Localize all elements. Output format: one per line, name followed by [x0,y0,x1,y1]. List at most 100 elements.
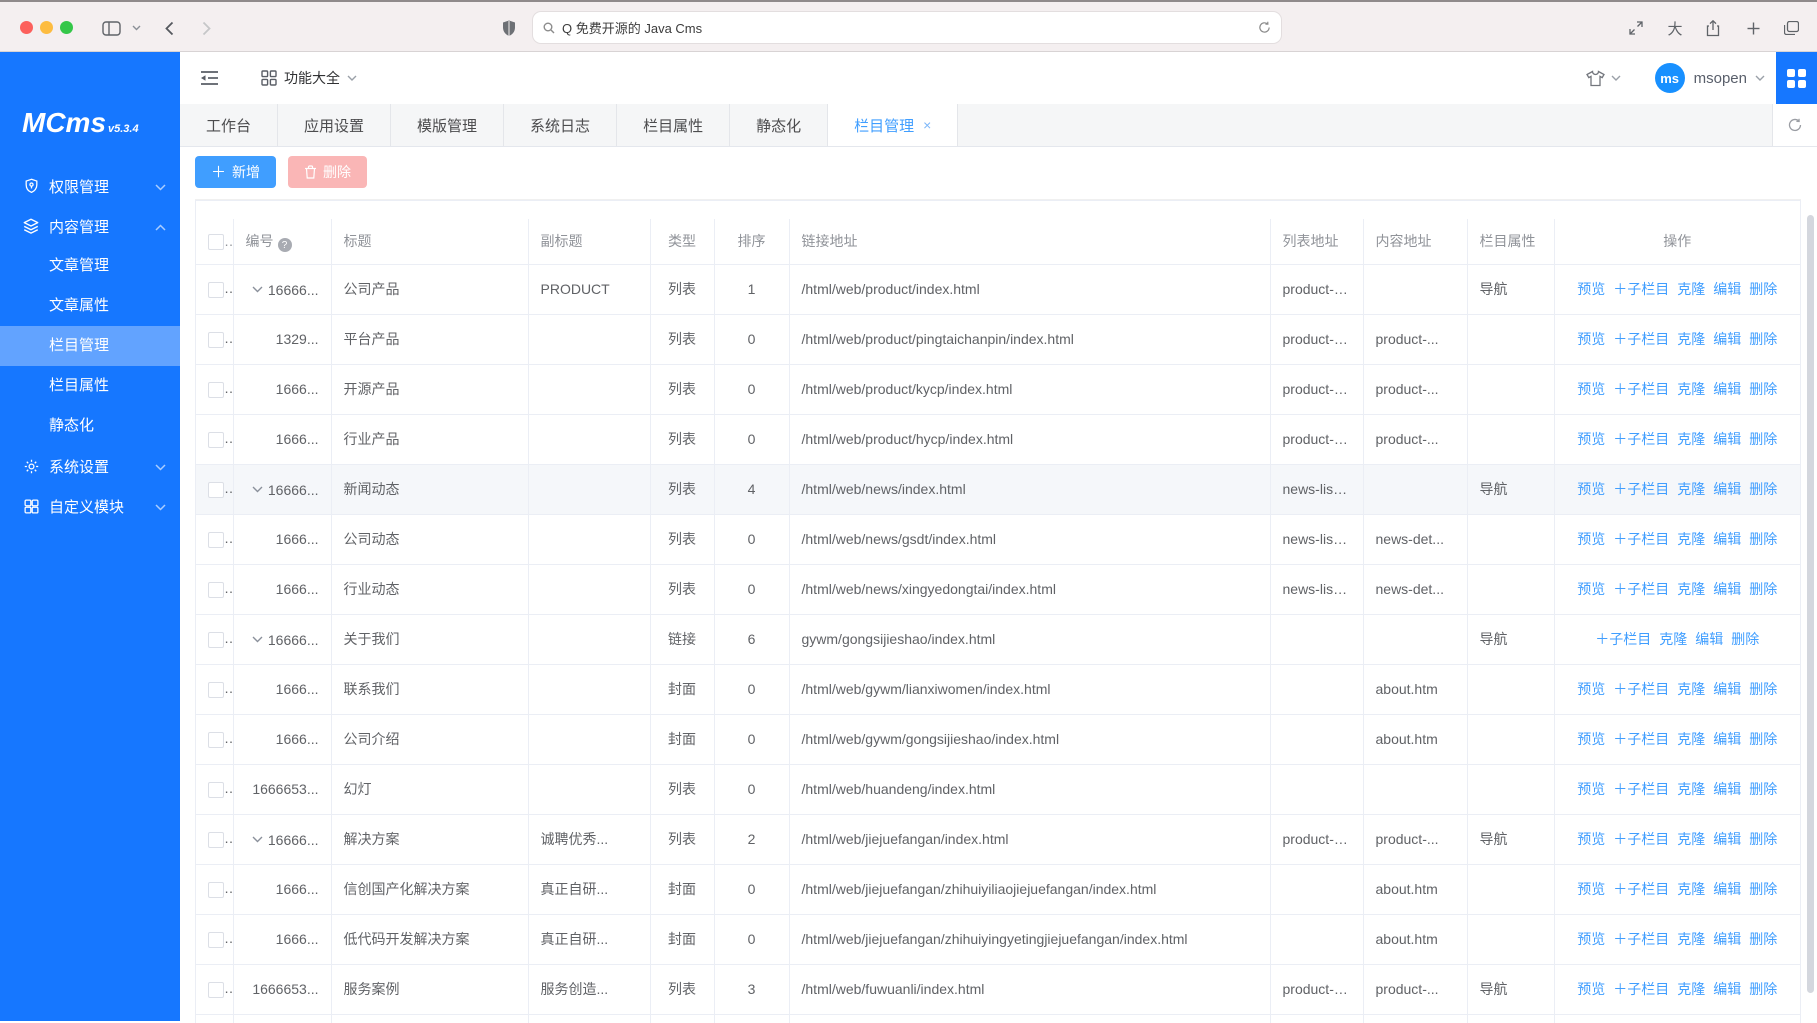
op-edit-link[interactable]: 编辑 [1713,781,1741,797]
sidebar-item-文章管理[interactable]: 文章管理 [0,246,180,286]
op-add-child-link[interactable]: ＋子栏目 [1613,831,1669,847]
sidebar-item-系统设置[interactable]: 系统设置 [0,446,180,486]
sidebar-item-权限管理[interactable]: 权限管理 [0,166,180,206]
op-delete-link[interactable]: 删除 [1749,481,1777,497]
op-clone-link[interactable]: 克隆 [1677,381,1705,397]
op-add-child-link[interactable]: ＋子栏目 [1613,431,1669,447]
op-clone-link[interactable]: 克隆 [1677,531,1705,547]
op-preview-link[interactable]: 预览 [1577,881,1605,897]
feature-menu[interactable]: 功能大全 [261,68,357,88]
row-checkbox[interactable] [208,732,224,748]
op-edit-link[interactable]: 编辑 [1713,831,1741,847]
op-delete-link[interactable]: 删除 [1749,381,1777,397]
add-button[interactable]: ＋新增 [195,156,276,188]
op-preview-link[interactable]: 预览 [1577,731,1605,747]
expand-row-icon[interactable] [252,486,263,493]
op-delete-link[interactable]: 删除 [1749,531,1777,547]
tab-栏目属性[interactable]: 栏目属性 [617,104,730,146]
op-edit-link[interactable]: 编辑 [1713,431,1741,447]
sidebar-item-自定义模块[interactable]: 自定义模块 [0,486,180,526]
op-edit-link[interactable]: 编辑 [1713,381,1741,397]
op-delete-link[interactable]: 删除 [1731,631,1759,647]
sidebar-item-静态化[interactable]: 静态化 [0,406,180,446]
sidebar-toggle-icon[interactable] [98,2,124,54]
op-clone-link[interactable]: 克隆 [1677,281,1705,297]
op-preview-link[interactable]: 预览 [1577,281,1605,297]
op-delete-link[interactable]: 删除 [1749,881,1777,897]
op-delete-link[interactable]: 删除 [1749,981,1777,997]
op-preview-link[interactable]: 预览 [1577,381,1605,397]
op-add-child-link[interactable]: ＋子栏目 [1595,631,1651,647]
scrollbar-thumb[interactable] [1807,215,1814,993]
op-preview-link[interactable]: 预览 [1577,831,1605,847]
op-clone-link[interactable]: 克隆 [1677,981,1705,997]
op-delete-link[interactable]: 删除 [1749,931,1777,947]
op-add-child-link[interactable]: ＋子栏目 [1613,331,1669,347]
op-edit-link[interactable]: 编辑 [1713,881,1741,897]
op-edit-link[interactable]: 编辑 [1713,681,1741,697]
op-add-child-link[interactable]: ＋子栏目 [1613,931,1669,947]
apps-launcher-button[interactable] [1776,52,1817,104]
op-add-child-link[interactable]: ＋子栏目 [1613,381,1669,397]
op-add-child-link[interactable]: ＋子栏目 [1613,281,1669,297]
tab-静态化[interactable]: 静态化 [730,104,828,146]
forward-icon[interactable] [195,2,217,54]
sidebar-item-栏目管理[interactable]: 栏目管理 [0,326,180,366]
reload-icon[interactable] [1258,21,1271,34]
tab-overview-icon[interactable] [1778,2,1804,54]
op-add-child-link[interactable]: ＋子栏目 [1613,681,1669,697]
op-clone-link[interactable]: 克隆 [1659,631,1687,647]
op-preview-link[interactable]: 预览 [1577,481,1605,497]
op-delete-link[interactable]: 删除 [1749,681,1777,697]
share-icon[interactable] [1700,2,1726,54]
op-preview-link[interactable]: 预览 [1577,681,1605,697]
op-edit-link[interactable]: 编辑 [1713,981,1741,997]
op-add-child-link[interactable]: ＋子栏目 [1613,981,1669,997]
op-delete-link[interactable]: 删除 [1749,831,1777,847]
op-clone-link[interactable]: 克隆 [1677,481,1705,497]
op-edit-link[interactable]: 编辑 [1713,531,1741,547]
op-clone-link[interactable]: 克隆 [1677,581,1705,597]
op-clone-link[interactable]: 克隆 [1677,681,1705,697]
traffic-light-minimize[interactable] [40,21,53,34]
expand-row-icon[interactable] [252,286,263,293]
op-preview-link[interactable]: 预览 [1577,781,1605,797]
expand-row-icon[interactable] [252,636,263,643]
tab-系统日志[interactable]: 系统日志 [504,104,617,146]
select-all-checkbox[interactable] [208,234,224,250]
row-checkbox[interactable] [208,982,224,998]
op-delete-link[interactable]: 删除 [1749,281,1777,297]
op-edit-link[interactable]: 编辑 [1713,581,1741,597]
back-icon[interactable] [158,2,180,54]
row-checkbox[interactable] [208,882,224,898]
row-checkbox[interactable] [208,682,224,698]
op-edit-link[interactable]: 编辑 [1695,631,1723,647]
op-clone-link[interactable]: 克隆 [1677,931,1705,947]
op-delete-link[interactable]: 删除 [1749,581,1777,597]
op-add-child-link[interactable]: ＋子栏目 [1613,731,1669,747]
row-checkbox[interactable] [208,432,224,448]
row-checkbox[interactable] [208,782,224,798]
op-edit-link[interactable]: 编辑 [1713,331,1741,347]
op-edit-link[interactable]: 编辑 [1713,281,1741,297]
op-preview-link[interactable]: 预览 [1577,531,1605,547]
op-delete-link[interactable]: 删除 [1749,331,1777,347]
row-checkbox[interactable] [208,832,224,848]
row-checkbox[interactable] [208,532,224,548]
tab-应用设置[interactable]: 应用设置 [278,104,391,146]
op-add-child-link[interactable]: ＋子栏目 [1613,581,1669,597]
delete-button[interactable]: 删除 [288,156,367,188]
op-preview-link[interactable]: 预览 [1577,581,1605,597]
sidebar-item-文章属性[interactable]: 文章属性 [0,286,180,326]
row-checkbox[interactable] [208,482,224,498]
op-add-child-link[interactable]: ＋子栏目 [1613,481,1669,497]
refresh-tab-button[interactable] [1772,104,1817,146]
expand-row-icon[interactable] [252,836,263,843]
traffic-light-zoom[interactable] [60,21,73,34]
page-expand-icon[interactable] [1624,2,1648,54]
username[interactable]: msopen [1694,70,1747,87]
row-checkbox[interactable] [208,382,224,398]
traffic-light-close[interactable] [20,21,33,34]
op-clone-link[interactable]: 克隆 [1677,881,1705,897]
text-size-icon[interactable]: 大 [1662,2,1688,54]
